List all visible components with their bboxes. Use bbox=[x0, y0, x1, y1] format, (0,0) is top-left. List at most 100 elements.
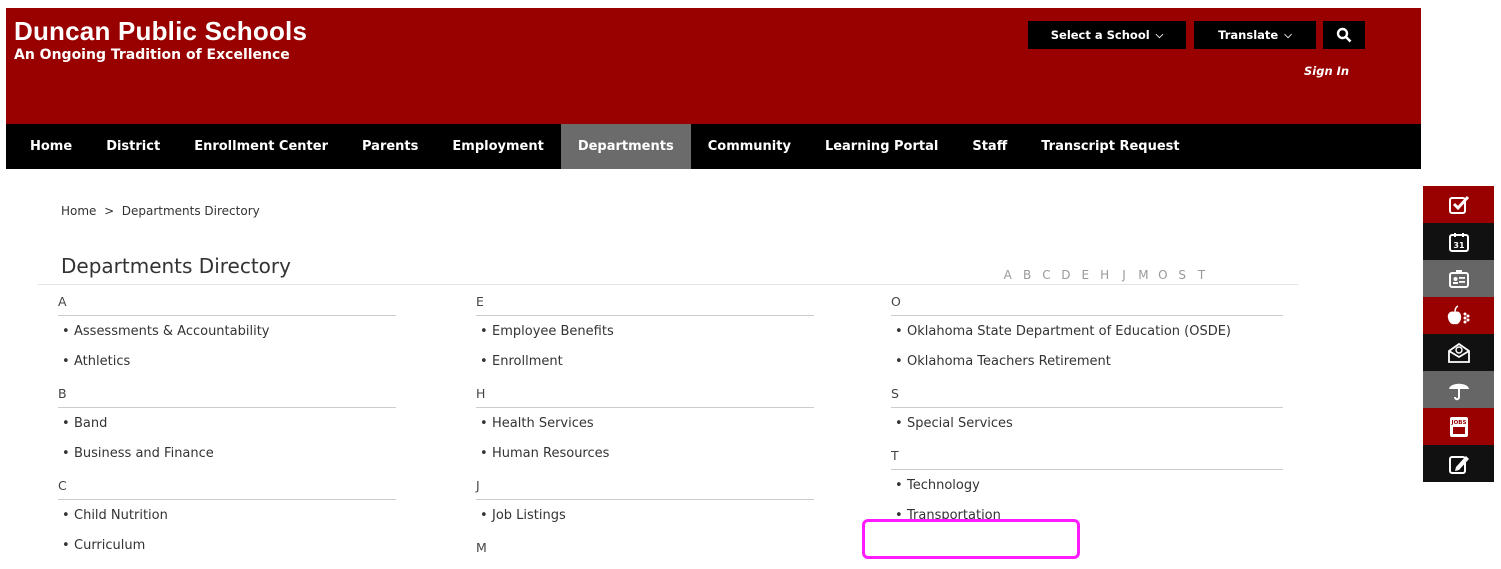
nav-employment[interactable]: Employment bbox=[435, 124, 560, 169]
bullet: • bbox=[895, 416, 903, 431]
nav-transcript-request[interactable]: Transcript Request bbox=[1024, 124, 1196, 169]
bullet: • bbox=[480, 324, 488, 339]
dept-link[interactable]: Oklahoma Teachers Retirement bbox=[907, 354, 1283, 370]
section-heading-a: A bbox=[58, 292, 396, 316]
nav-departments[interactable]: Departments bbox=[560, 124, 691, 169]
search-button[interactable] bbox=[1323, 21, 1365, 49]
letter-index: A B C D E H J M O S T bbox=[998, 268, 1211, 282]
list-item[interactable]: • Athletics bbox=[58, 354, 396, 370]
list-item[interactable]: • Health Services bbox=[476, 416, 814, 432]
list-item[interactable]: • Technology bbox=[891, 478, 1283, 494]
highlight-annotation bbox=[862, 519, 1080, 559]
list-item[interactable]: • Business and Finance bbox=[58, 446, 396, 462]
dept-link[interactable]: Technology bbox=[907, 478, 1283, 494]
translate-button[interactable]: Translate ⌵ bbox=[1194, 21, 1316, 49]
nav-learning-portal[interactable]: Learning Portal bbox=[808, 124, 955, 169]
edit-icon[interactable] bbox=[1423, 445, 1494, 482]
dept-link[interactable]: Health Services bbox=[492, 416, 814, 432]
list-item[interactable]: • Human Resources bbox=[476, 446, 814, 462]
apple-icon[interactable] bbox=[1423, 297, 1494, 334]
jobs-label: JOBS bbox=[1450, 420, 1466, 426]
dept-link[interactable]: Human Resources bbox=[492, 446, 814, 462]
nav-parents[interactable]: Parents bbox=[345, 124, 435, 169]
letter-link[interactable]: E bbox=[1076, 268, 1095, 282]
bullet: • bbox=[480, 446, 488, 461]
letter-link[interactable]: O bbox=[1153, 268, 1172, 282]
section-heading-e: E bbox=[476, 292, 814, 316]
sign-in-link[interactable]: Sign In bbox=[1304, 64, 1349, 78]
letter-link[interactable]: S bbox=[1173, 268, 1192, 282]
section-heading-m: M bbox=[476, 540, 487, 555]
bullet: • bbox=[62, 416, 70, 431]
nav-staff[interactable]: Staff bbox=[955, 124, 1024, 169]
dept-link[interactable]: Special Services bbox=[907, 416, 1283, 432]
site-subtitle: An Ongoing Tradition of Excellence bbox=[14, 47, 290, 63]
section-heading-j: J bbox=[476, 476, 814, 500]
bullet: • bbox=[895, 478, 903, 493]
list-item[interactable]: • Band bbox=[58, 416, 396, 432]
dept-link[interactable]: Band bbox=[74, 416, 396, 432]
id-card-icon[interactable] bbox=[1423, 260, 1494, 297]
list-item[interactable]: • Oklahoma Teachers Retirement bbox=[891, 354, 1283, 370]
umbrella-icon[interactable] bbox=[1423, 371, 1494, 408]
quick-links-sidebar: 31 JOBS bbox=[1423, 186, 1494, 556]
breadcrumb[interactable]: Home > Departments Directory bbox=[61, 204, 260, 218]
letter-link[interactable]: B bbox=[1017, 268, 1036, 282]
nav-home[interactable]: Home bbox=[6, 124, 89, 169]
directory-column-1: A • Assessments & Accountability • Athleti… bbox=[58, 292, 396, 568]
list-item[interactable]: • Special Services bbox=[891, 416, 1283, 432]
list-item[interactable]: • Oklahoma State Department of Education … bbox=[891, 324, 1283, 340]
section-heading-s: S bbox=[891, 384, 1283, 408]
nav-community[interactable]: Community bbox=[691, 124, 808, 169]
nav-district[interactable]: District bbox=[89, 124, 177, 169]
section-heading-c: C bbox=[58, 476, 396, 500]
section-heading-b: B bbox=[58, 384, 396, 408]
bullet: • bbox=[62, 324, 70, 339]
letter-link[interactable]: D bbox=[1056, 268, 1075, 282]
nav-enrollment-center[interactable]: Enrollment Center bbox=[177, 124, 345, 169]
bullet: • bbox=[62, 354, 70, 369]
dept-link[interactable]: Employee Benefits bbox=[492, 324, 814, 340]
translate-label: Translate bbox=[1218, 28, 1279, 42]
list-item[interactable]: • Employee Benefits bbox=[476, 324, 814, 340]
chevron-down-icon: ⌵ bbox=[1155, 29, 1164, 41]
dept-link[interactable]: Enrollment bbox=[492, 354, 814, 370]
bullet: • bbox=[895, 354, 903, 369]
dept-link[interactable]: Assessments & Accountability bbox=[74, 324, 396, 340]
directory-column-2: E • Employee Benefits • Enrollment H • Heal… bbox=[476, 292, 814, 569]
select-school-button[interactable]: Select a School ⌵ bbox=[1028, 21, 1186, 49]
dept-link[interactable]: Athletics bbox=[74, 354, 396, 370]
list-item[interactable]: • Job Listings bbox=[476, 508, 814, 524]
dept-link[interactable]: Oklahoma State Department of Education (… bbox=[907, 324, 1283, 340]
bullet: • bbox=[62, 538, 70, 553]
checkbox-icon[interactable] bbox=[1423, 186, 1494, 223]
bullet: • bbox=[480, 508, 488, 523]
letter-link[interactable]: T bbox=[1192, 268, 1211, 282]
dept-link[interactable]: Job Listings bbox=[492, 508, 814, 524]
letter-link[interactable]: A bbox=[998, 268, 1017, 282]
bullet: • bbox=[62, 508, 70, 523]
email-icon[interactable] bbox=[1423, 334, 1494, 371]
list-item[interactable]: • Curriculum bbox=[58, 538, 396, 554]
search-icon bbox=[1336, 27, 1352, 43]
bullet: • bbox=[62, 446, 70, 461]
section-heading-t: T bbox=[891, 446, 1283, 470]
site-title[interactable]: Duncan Public Schools bbox=[14, 16, 307, 47]
list-item[interactable]: • Assessments & Accountability bbox=[58, 324, 396, 340]
calendar-icon[interactable]: 31 bbox=[1423, 223, 1494, 260]
page-title: Departments Directory bbox=[61, 254, 291, 278]
dept-link[interactable]: Child Nutrition bbox=[74, 508, 396, 524]
letter-link[interactable]: H bbox=[1095, 268, 1114, 282]
dept-link[interactable]: Curriculum bbox=[74, 538, 396, 554]
list-item[interactable]: • Enrollment bbox=[476, 354, 814, 370]
main-nav: Home District Enrollment Center Parents … bbox=[6, 124, 1421, 169]
left-edge bbox=[0, 0, 6, 556]
letter-link[interactable]: M bbox=[1134, 268, 1153, 282]
section-heading-h: H bbox=[476, 384, 814, 408]
jobs-icon[interactable]: JOBS bbox=[1423, 408, 1494, 445]
letter-link[interactable]: J bbox=[1114, 268, 1133, 282]
calendar-day: 31 bbox=[1453, 241, 1465, 250]
dept-link[interactable]: Business and Finance bbox=[74, 446, 396, 462]
letter-link[interactable]: C bbox=[1037, 268, 1056, 282]
list-item[interactable]: • Child Nutrition bbox=[58, 508, 396, 524]
